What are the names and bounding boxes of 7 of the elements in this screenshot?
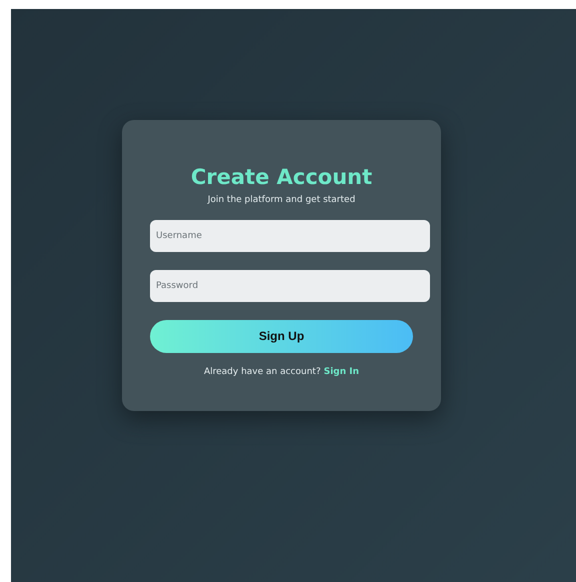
sign-in-link[interactable]: Sign In	[324, 366, 360, 379]
input-field[interactable]: Username	[150, 220, 430, 252]
footer-text: Already have an account?	[204, 366, 321, 378]
input-field[interactable]: Password	[150, 270, 430, 302]
signup-button[interactable]: Sign Up	[150, 320, 413, 352]
card-title: Create Account	[190, 164, 374, 190]
card-subtitle: Join the platform and get started	[206, 194, 356, 207]
